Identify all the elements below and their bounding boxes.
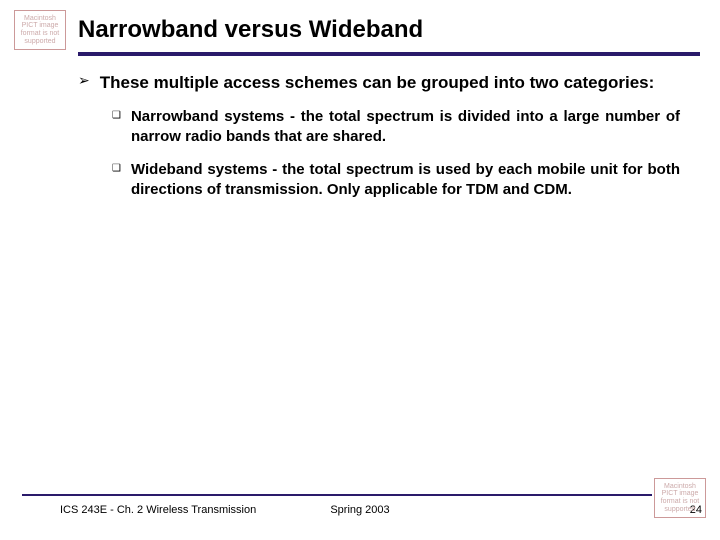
square-icon: ❑ [112, 160, 121, 199]
pict-error-top: Macintosh PICT image format is not suppo… [14, 10, 66, 50]
level1-text: These multiple access schemes can be gro… [100, 72, 655, 93]
footer-center: Spring 2003 [0, 504, 720, 516]
slide: Macintosh PICT image format is not suppo… [0, 0, 720, 540]
bullet-level2: ❑ Narrowband systems - the total spectru… [112, 107, 680, 146]
footer-line [22, 494, 652, 496]
level2-text: Narrowband systems - the total spectrum … [131, 107, 680, 146]
bullet-level2: ❑ Wideband systems - the total spectrum … [112, 160, 680, 199]
pict-error-bottom: Macintosh PICT image format is not suppo… [654, 478, 706, 518]
square-icon: ❑ [112, 107, 121, 146]
content-area: ➢ These multiple access schemes can be g… [78, 72, 680, 213]
level2-text: Wideband systems - the total spectrum is… [131, 160, 680, 199]
slide-title: Narrowband versus Wideband [78, 16, 423, 44]
chevron-right-icon: ➢ [78, 72, 90, 93]
title-underline [78, 52, 700, 56]
bullet-level1: ➢ These multiple access schemes can be g… [78, 72, 680, 93]
